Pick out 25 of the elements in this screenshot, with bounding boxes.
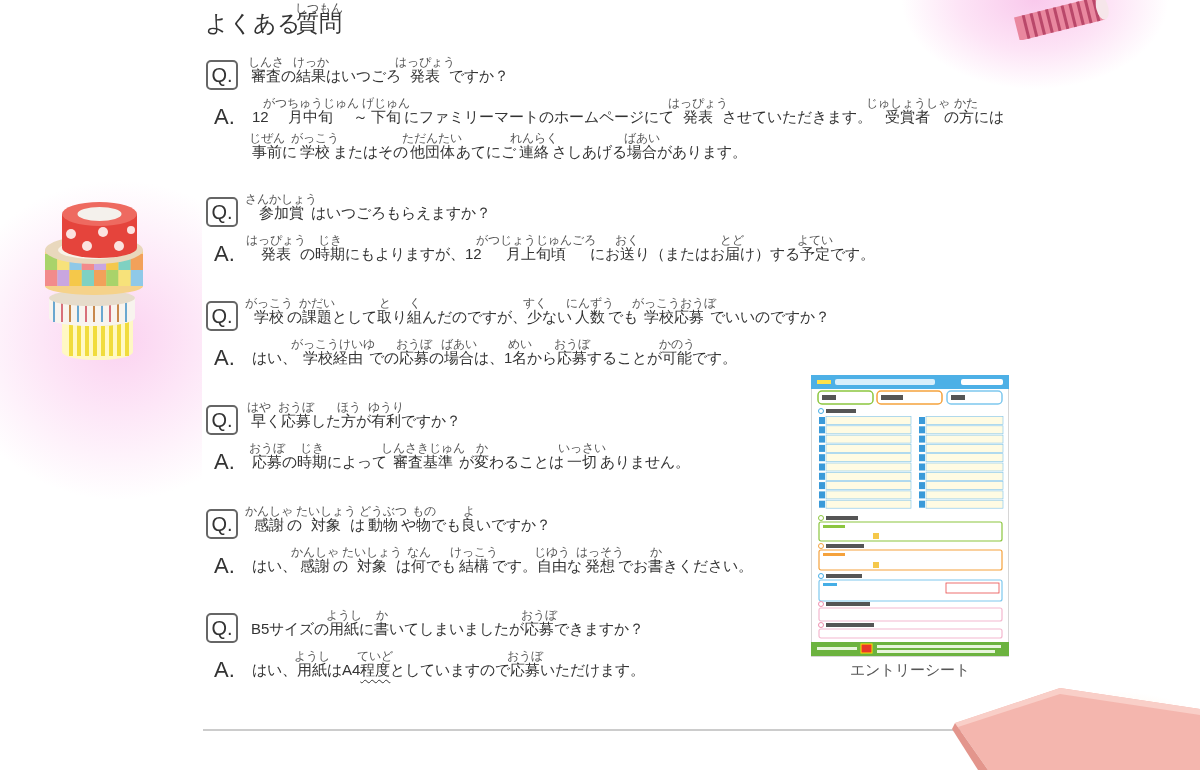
answer-text: はい、 ようし 用紙はA4 ていど 程度としていますので おうぼ 応募いただけます。 xyxy=(251,650,647,680)
question-label: Q. xyxy=(206,60,238,90)
answer-label: A. xyxy=(213,656,236,684)
question-text: しんさ 審査の けっか 結果はいつごろ はっぴょう 発表 ですか？ xyxy=(247,56,510,86)
question-text: はや 早く おうぼ 応募 した ほう 方が ゆうり 有利ですか？ xyxy=(245,401,462,431)
answer-text: はい、 がっこうけいゆ 学校経由 での おうぼ 応募の ばあい 場合は、1 めい 名から おうぼ 応募することが かのう 可能です。 xyxy=(251,338,739,368)
answer-text: 12 がつちゅうじゅん 月中旬 ～ げじゅん 下旬 にファミリーマートのホームページにて はっぴょう 発表 させていただきます。 じゅしょうしゃ 受賞者 の かた 方には じぜん 事前に がっこう 学校 またはその ただんたい 他団体あてにご れんらく 連絡 さしあげる ばあい 場合があります。 xyxy=(248,97,1005,162)
question-text: がっこう 学校 の かだい 課題として と 取 り く 組んだのですが、 すく 少ない にんずう 人数 でも がっこうおうぼ 学校応募 でいいのですか？ xyxy=(245,297,831,327)
entry-sheet-caption: エントリーシート xyxy=(850,660,970,680)
answer-label: A. xyxy=(213,552,236,580)
answer-label: A. xyxy=(213,240,236,268)
question-label: Q. xyxy=(206,301,238,331)
answer-label: A. xyxy=(213,344,236,372)
question-text: B5サイズの ようし 用紙に か 書いてしまいましたが おうぼ 応募できますか？ xyxy=(250,609,646,639)
answer-label: A. xyxy=(213,448,236,476)
answer-text: おうぼ 応募の じき 時期によって しんさきじゅん 審査基準 が か 変わることは いっさい 一切 ありません。 xyxy=(248,442,691,472)
answer-text: はっぴょう 発表 の じき 時期にもよりますが、12 がつじょうじゅんごろ 月上旬頃 にお おく 送り（またはお とど 届け）する よてい 予定です。 xyxy=(246,234,876,264)
answer-text: はい、 かんしゃ 感謝 の たいしょう 対象 は なん 何でも けっこう 結構 です。 じゆう 自由な はっそう 発想 でお か 書きください。 xyxy=(251,546,754,576)
question-text: かんしゃ 感謝 の たいしょう 対象 は どうぶつ 動物 や もの 物でも よ 良いですか？ xyxy=(245,505,552,535)
question-text: さんかしょう 参加賞 はいつごろもらえますか？ xyxy=(245,193,492,223)
question-label: Q. xyxy=(206,405,238,435)
question-label: Q. xyxy=(206,613,238,643)
question-label: Q. xyxy=(206,197,238,227)
question-label: Q. xyxy=(206,509,238,539)
answer-label: A. xyxy=(213,103,236,131)
